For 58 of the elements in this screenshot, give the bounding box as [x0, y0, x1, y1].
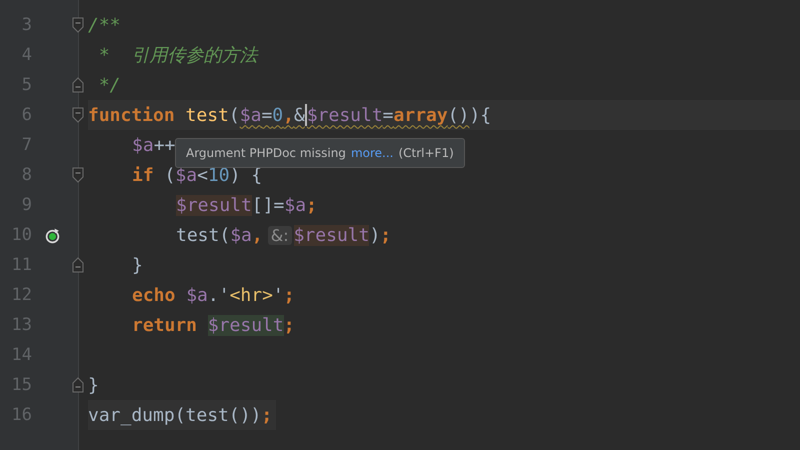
tooltip-text: Argument PHPDoc missing [186, 146, 346, 160]
code-token: , [283, 104, 294, 126]
code-token: ; [261, 404, 272, 426]
code-token: ; [306, 194, 317, 216]
code-token: $a [284, 194, 306, 216]
code-token: ; [284, 314, 295, 336]
code-token: 10 [208, 164, 230, 186]
code-token: $a [230, 224, 252, 246]
code-comment: /** [88, 14, 121, 36]
code-token: function [88, 104, 176, 126]
code-token: = [261, 104, 272, 126]
code-token: test( [176, 224, 230, 246]
code-token: <hr> [230, 284, 273, 306]
code-token: if [132, 164, 154, 186]
fold-icon[interactable] [72, 107, 84, 123]
code-token: .' [208, 284, 230, 306]
highlighted-variable: $result [208, 314, 284, 336]
code-token: < [197, 164, 208, 186]
code-token: array [394, 104, 448, 126]
code-token: ( [228, 104, 240, 126]
code-token: , [252, 224, 263, 246]
code-token: } [88, 374, 99, 396]
code-token: () [448, 104, 470, 126]
highlighted-variable: $result [176, 194, 252, 216]
fold-icon[interactable] [72, 377, 84, 393]
code-token: } [132, 254, 143, 276]
fold-icon[interactable] [72, 167, 84, 183]
fold-icon[interactable] [72, 17, 84, 33]
code-token: $a [186, 284, 208, 306]
highlighted-variable: $result [294, 224, 370, 246]
code-token: & [294, 104, 305, 126]
code-token: $a [175, 164, 198, 186]
code-token: ){ [469, 104, 492, 126]
more-link[interactable]: more... [350, 146, 394, 160]
fold-icon[interactable] [72, 77, 84, 93]
parameter-hint: &: [268, 226, 292, 244]
recursion-icon[interactable] [44, 226, 60, 244]
code-token: ( [164, 164, 176, 186]
code-token: ; [380, 224, 392, 246]
code-comment: */ [98, 74, 121, 96]
code-token: var_dump(test()) [88, 404, 262, 426]
fold-icon[interactable] [72, 257, 84, 273]
code-comment: * 引用传参的方法 [98, 44, 258, 67]
code-token: $result [306, 104, 383, 126]
code-token: ) { [230, 164, 262, 186]
code-token: ++ [154, 134, 176, 156]
code-token: = [382, 104, 394, 126]
code-token: 0 [272, 104, 284, 126]
code-token: ) [369, 224, 380, 246]
code-token: ; [284, 284, 295, 306]
code-token: $a [132, 134, 154, 156]
code-token: echo [132, 284, 176, 306]
code-token: $a [240, 104, 262, 126]
code-token: test [186, 104, 229, 126]
code-token: []= [252, 194, 284, 216]
code-token: ' [272, 284, 284, 306]
shortcut-text: (Ctrl+F1) [398, 146, 454, 160]
code-token: return [132, 314, 198, 336]
